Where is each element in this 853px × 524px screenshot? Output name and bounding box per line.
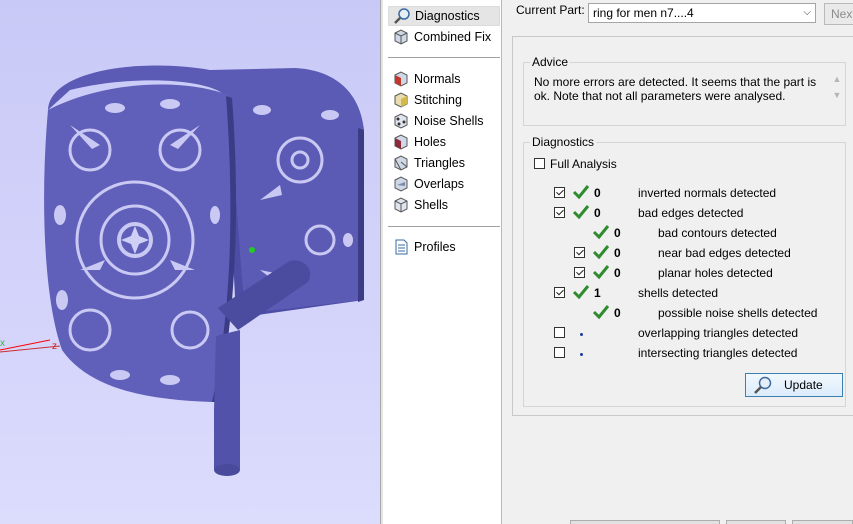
nav-item-label: Shells	[414, 198, 449, 212]
bad-edges-count: 0	[594, 206, 601, 220]
pending-dot-icon	[580, 353, 583, 356]
nav-item-shells[interactable]: Shells	[388, 195, 500, 215]
magnifier-icon	[754, 376, 772, 394]
inverted-normals-count: 0	[594, 186, 601, 200]
diagnostics-content: Advice No more errors are detected. It s…	[512, 36, 853, 416]
inverted-normals-label: inverted normals detected	[638, 186, 777, 200]
shells-count: 1	[594, 286, 601, 300]
nav-item-holes[interactable]: Holes	[388, 132, 500, 152]
nav-divider	[388, 57, 500, 58]
diagnostics-title: Diagnostics	[530, 135, 597, 149]
nav-item-label: Stitching	[414, 93, 462, 107]
advice-group: Advice No more errors are detected. It s…	[523, 55, 846, 126]
overlapping-triangles-checkbox[interactable]	[554, 327, 565, 338]
magnifier-icon	[393, 8, 411, 24]
shells-checkbox[interactable]	[554, 287, 565, 298]
nav-divider	[388, 226, 500, 227]
nav-item-label: Diagnostics	[415, 9, 480, 23]
next-button[interactable]: Next	[824, 3, 853, 25]
check-mark-icon	[592, 245, 610, 260]
nav-item-label: Combined Fix	[414, 30, 492, 44]
normals-cube-icon	[392, 71, 410, 87]
planar-holes-label: planar holes detected	[658, 266, 773, 280]
overlapping-triangles-label: overlapping triangles detected	[638, 326, 799, 340]
bad-contours-label: bad contours detected	[658, 226, 777, 240]
check-mark-icon	[592, 225, 610, 240]
bottom-button-edge[interactable]	[570, 520, 720, 524]
shells-label: shells detected	[638, 286, 719, 300]
update-button[interactable]: Update	[745, 373, 843, 397]
nav-item-overlaps[interactable]: Overlaps	[388, 174, 500, 194]
check-mark-icon	[592, 265, 610, 280]
check-mark-icon	[572, 285, 590, 300]
3d-viewport[interactable]: x z	[0, 0, 380, 524]
ring-model: x z	[0, 65, 364, 476]
nav-item-combined-fix[interactable]: Combined Fix	[388, 27, 500, 47]
noise-shells-label: possible noise shells detected	[658, 306, 818, 320]
nav-item-stitching[interactable]: Stitching	[388, 90, 500, 110]
full-analysis-label: Full Analysis	[550, 157, 617, 171]
nav-item-profiles[interactable]: Profiles	[388, 237, 500, 257]
pending-dot-icon	[580, 333, 583, 336]
current-part-select[interactable]: ring for men n7....4 ⌵	[588, 3, 816, 23]
nav-item-label: Triangles	[414, 156, 465, 170]
advice-scrollbar[interactable]: ▲ ▼	[830, 71, 844, 109]
repair-navigation: Diagnostics Combined Fix Normals Stitchi…	[384, 0, 502, 524]
chevron-down-icon: ⌵	[803, 7, 811, 18]
intersecting-triangles-label: intersecting triangles detected	[638, 346, 798, 360]
bottom-button-edge[interactable]	[726, 520, 786, 524]
check-mark-icon	[572, 205, 590, 220]
planar-holes-count: 0	[614, 266, 621, 280]
planar-holes-checkbox[interactable]	[574, 267, 585, 278]
noise-shells-icon	[392, 113, 410, 129]
triangles-cube-icon	[392, 155, 410, 171]
noise-shells-count: 0	[614, 306, 621, 320]
nav-item-label: Overlaps	[414, 177, 465, 191]
diagnostics-panel: Current Part: ring for men n7....4 ⌵ Nex…	[502, 0, 853, 524]
nav-item-noise-shells[interactable]: Noise Shells	[388, 111, 500, 131]
check-mark-icon	[572, 185, 590, 200]
bottom-button-edge[interactable]	[792, 520, 853, 524]
bad-edges-checkbox[interactable]	[554, 207, 565, 218]
selection-marker	[249, 247, 255, 253]
advice-title: Advice	[530, 55, 571, 69]
next-button-label: Next	[831, 7, 853, 21]
near-bad-edges-count: 0	[614, 246, 621, 260]
diagnostics-group: Diagnostics Full Analysis 0 inverted nor…	[523, 135, 846, 407]
full-analysis-checkbox[interactable]	[534, 158, 545, 169]
inverted-normals-checkbox[interactable]	[554, 187, 565, 198]
holes-cube-icon	[392, 134, 410, 150]
current-part-label: Current Part:	[516, 3, 585, 17]
check-mark-icon	[592, 305, 610, 320]
nav-item-normals[interactable]: Normals	[388, 69, 500, 89]
shells-cube-icon	[392, 197, 410, 213]
near-bad-edges-checkbox[interactable]	[574, 247, 585, 258]
cube-icon	[392, 29, 410, 45]
document-icon	[392, 239, 410, 255]
advice-text: No more errors are detected. It seems th…	[534, 75, 817, 103]
x-axis-line	[0, 339, 51, 351]
scroll-up-icon[interactable]: ▲	[830, 71, 844, 87]
update-button-label: Update	[784, 378, 823, 392]
nav-item-label: Normals	[414, 72, 461, 86]
near-bad-edges-label: near bad edges detected	[658, 246, 791, 260]
bad-contours-count: 0	[614, 226, 621, 240]
z-axis-label: z	[52, 341, 57, 352]
bad-edges-label: bad edges detected	[638, 206, 744, 220]
intersecting-triangles-checkbox[interactable]	[554, 347, 565, 358]
current-part-value: ring for men n7....4	[593, 6, 694, 20]
z-axis-line	[0, 345, 61, 353]
nav-item-diagnostics[interactable]: Diagnostics	[388, 6, 500, 26]
overlaps-cube-icon	[392, 176, 410, 192]
x-axis-label: x	[0, 338, 5, 349]
nav-item-label: Holes	[414, 135, 446, 149]
scroll-down-icon[interactable]: ▼	[830, 87, 844, 103]
stitching-cube-icon	[392, 92, 410, 108]
nav-item-label: Noise Shells	[414, 114, 484, 128]
nav-item-label: Profiles	[414, 240, 456, 254]
nav-item-triangles[interactable]: Triangles	[388, 153, 500, 173]
